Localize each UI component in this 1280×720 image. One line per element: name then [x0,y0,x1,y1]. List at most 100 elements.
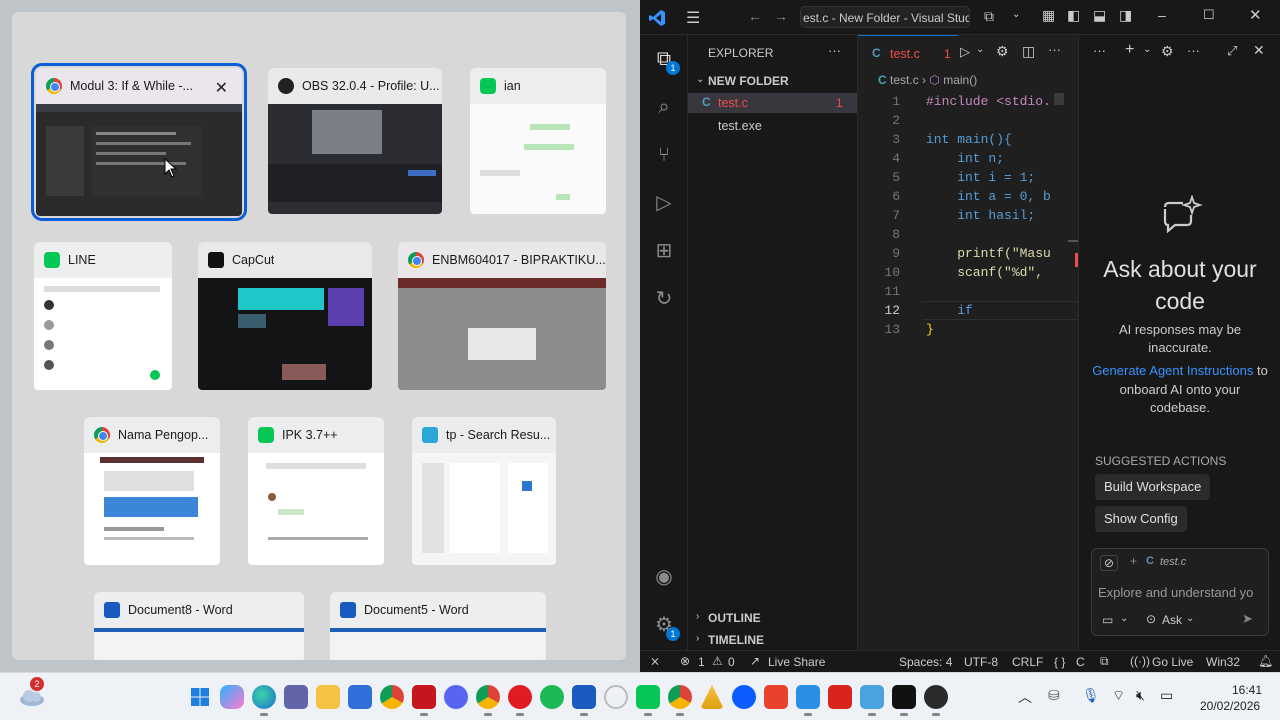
scrollbar[interactable] [1068,240,1078,242]
chevron-right-icon[interactable]: › [696,611,699,622]
more-actions-icon[interactable]: ··· [828,43,841,58]
notifications-icon[interactable]: 🔔︎ [1258,654,1273,668]
close-icon[interactable]: ✕ [215,78,228,98]
line-app-icon[interactable] [636,685,660,716]
capcut-app-icon[interactable] [892,685,916,716]
remote-icon[interactable]: ⨯ [650,654,660,668]
clock-date[interactable]: 20/02/2026 [1200,699,1260,713]
run-icon[interactable]: ▷ [960,44,970,60]
show-config-button[interactable]: Show Config [1095,506,1187,532]
chevron-up-icon[interactable]: ︿ [1018,687,1032,707]
chevron-down-icon[interactable]: ⌄ [1143,44,1151,55]
warning-app-icon[interactable] [700,685,724,709]
file-item-test-c[interactable]: C test.c 1 [688,93,857,113]
chevron-down-icon[interactable]: ⌄ [976,44,984,55]
teams-app-icon[interactable] [284,685,308,709]
start-button[interactable] [188,685,212,709]
build-workspace-button[interactable]: Build Workspace [1095,474,1211,500]
file-explorer-icon[interactable] [316,685,340,709]
run-debug-icon[interactable]: ▷ [652,191,676,215]
window-thumbnail-tp-search[interactable]: tp - Search Resu... [412,417,556,565]
chrome-app-icon[interactable] [668,685,692,716]
chevron-down-icon[interactable]: ⌄ [1120,613,1128,624]
maximize-icon[interactable]: ☐ [1203,7,1215,23]
gear-icon[interactable]: ⚙ [996,43,1009,60]
mode-selector[interactable]: Ask [1162,613,1182,627]
live-share-icon[interactable]: ↗ [750,654,760,668]
close-icon[interactable]: ✕ [1253,42,1265,59]
new-chat-icon[interactable]: + [1125,41,1134,59]
copilot-app-icon[interactable] [220,685,244,709]
battery-icon[interactable]: ▭ [1160,687,1173,704]
menu-icon[interactable]: ☰ [686,8,700,28]
file-item-test-exe[interactable]: test.exe [718,119,762,133]
context-file[interactable]: test.c [1160,556,1186,568]
microsoft-store-icon[interactable] [348,685,372,709]
remote-explorer-icon[interactable]: ↻ [652,287,676,311]
window-thumbnail-ipk[interactable]: IPK 3.7++ [248,417,384,565]
folder-name[interactable]: NEW FOLDER [708,74,789,88]
minimap[interactable] [1054,93,1064,105]
copilot-icon[interactable]: ⧉ [984,8,994,25]
warning-icon[interactable]: ⚠ [712,654,723,668]
window-thumbnail-document8[interactable]: Document8 - Word [94,592,304,660]
volume-mute-icon[interactable]: 🔇︎ [1136,687,1145,704]
chevron-down-icon[interactable]: ⌄ [696,74,704,85]
indentation[interactable]: Spaces: 4 [899,655,952,669]
snipping-tool-icon[interactable] [860,685,884,716]
warning-count[interactable]: 0 [728,655,735,669]
more-actions-icon[interactable]: ··· [1187,43,1200,58]
word-app-icon[interactable] [572,685,596,716]
window-thumbnail-capcut[interactable]: CapCut [198,242,372,390]
close-icon[interactable]: ✕ [1249,6,1262,24]
chevron-right-icon[interactable]: › [696,633,699,644]
platform[interactable]: Win32 [1206,655,1240,669]
obs-app-icon[interactable] [924,685,948,716]
clock-time[interactable]: 16:41 [1232,683,1262,697]
window-thumbnail-modul3[interactable]: Modul 3: If & While -... ✕ [31,63,247,221]
pdf-app-icon[interactable] [828,685,852,709]
send-icon[interactable]: ➤ [1242,611,1253,627]
encoding[interactable]: UTF-8 [964,655,998,669]
agent-icon[interactable]: ▭ [1102,613,1113,627]
copilot-ring-icon[interactable] [604,685,628,709]
chevron-down-icon[interactable]: ⌄ [1186,613,1194,624]
edge-app-icon[interactable] [252,685,276,716]
copilot-status-icon[interactable]: ⧉ [1100,654,1109,669]
discord-app-icon[interactable] [444,685,468,709]
sidebar-toggle-icon[interactable]: ◧ [1067,7,1080,24]
maximize-panel-icon[interactable]: ⤢ [1227,43,1237,59]
secondary-sidebar-toggle-icon[interactable]: ◨ [1119,7,1132,24]
line-ending[interactable]: CRLF [1012,655,1043,669]
window-thumbnail-document5[interactable]: Document5 - Word [330,592,546,660]
back-arrow-icon[interactable]: ← [748,8,762,24]
search-icon[interactable]: ⌕ [652,95,676,119]
editor-tab[interactable]: C test.c 1 [858,35,958,70]
window-thumbnail-enbm[interactable]: ENBM604017 - BIPRAKTIKU... [398,242,606,390]
chat-input-box[interactable]: ⊘ + C test.c Explore and understand yo ▭… [1091,548,1269,636]
error-icon[interactable]: ⊗ [680,654,690,668]
generate-instructions-link[interactable]: Generate Agent Instructions [1092,363,1253,378]
gear-icon[interactable]: ⚙ [1161,43,1174,60]
chevron-down-icon[interactable]: ⌄ [1012,9,1020,20]
microphone-icon[interactable]: 🎙︎ [1082,687,1100,704]
breadcrumb-file[interactable]: test.c [890,73,919,87]
spotify-app-icon[interactable] [540,685,564,709]
minimize-icon[interactable]: – [1158,7,1166,23]
panel-toggle-icon[interactable]: ⬓ [1093,7,1106,24]
opera-app-icon[interactable] [508,685,532,716]
chrome-profile-icon[interactable] [476,685,500,716]
layout-toggle-icon[interactable]: ▦ [1042,7,1055,24]
source-control-icon[interactable]: ⑂ [652,143,676,167]
attach-icon[interactable]: ⊘ [1100,555,1119,571]
office-app-icon[interactable] [764,685,788,709]
extensions-icon[interactable]: ⊞ [652,239,676,263]
red-app-icon[interactable] [412,685,436,716]
vscode-app-icon[interactable] [796,685,820,716]
outline-section[interactable]: OUTLINE [708,611,761,625]
window-thumbnail-ian[interactable]: ian [470,68,606,214]
add-context-icon[interactable]: + [1130,554,1137,568]
window-thumbnail-obs[interactable]: OBS 32.0.4 - Profile: U... [268,68,442,214]
live-share-button[interactable]: Live Share [768,655,825,669]
split-editor-icon[interactable]: ◫ [1022,43,1035,60]
